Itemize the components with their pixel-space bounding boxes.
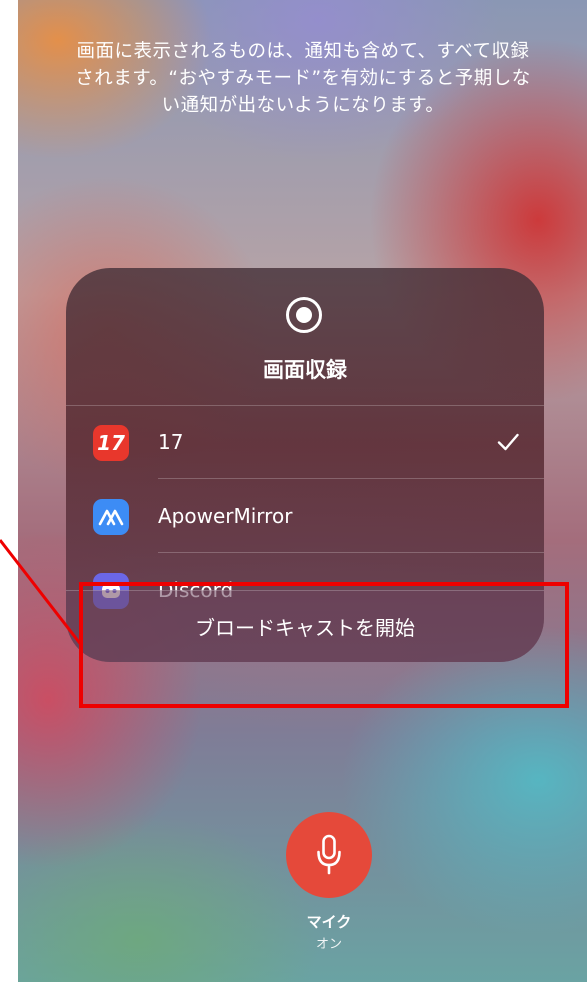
annotation-highlight-box <box>79 582 569 708</box>
annotation-pointer-line <box>0 539 84 647</box>
